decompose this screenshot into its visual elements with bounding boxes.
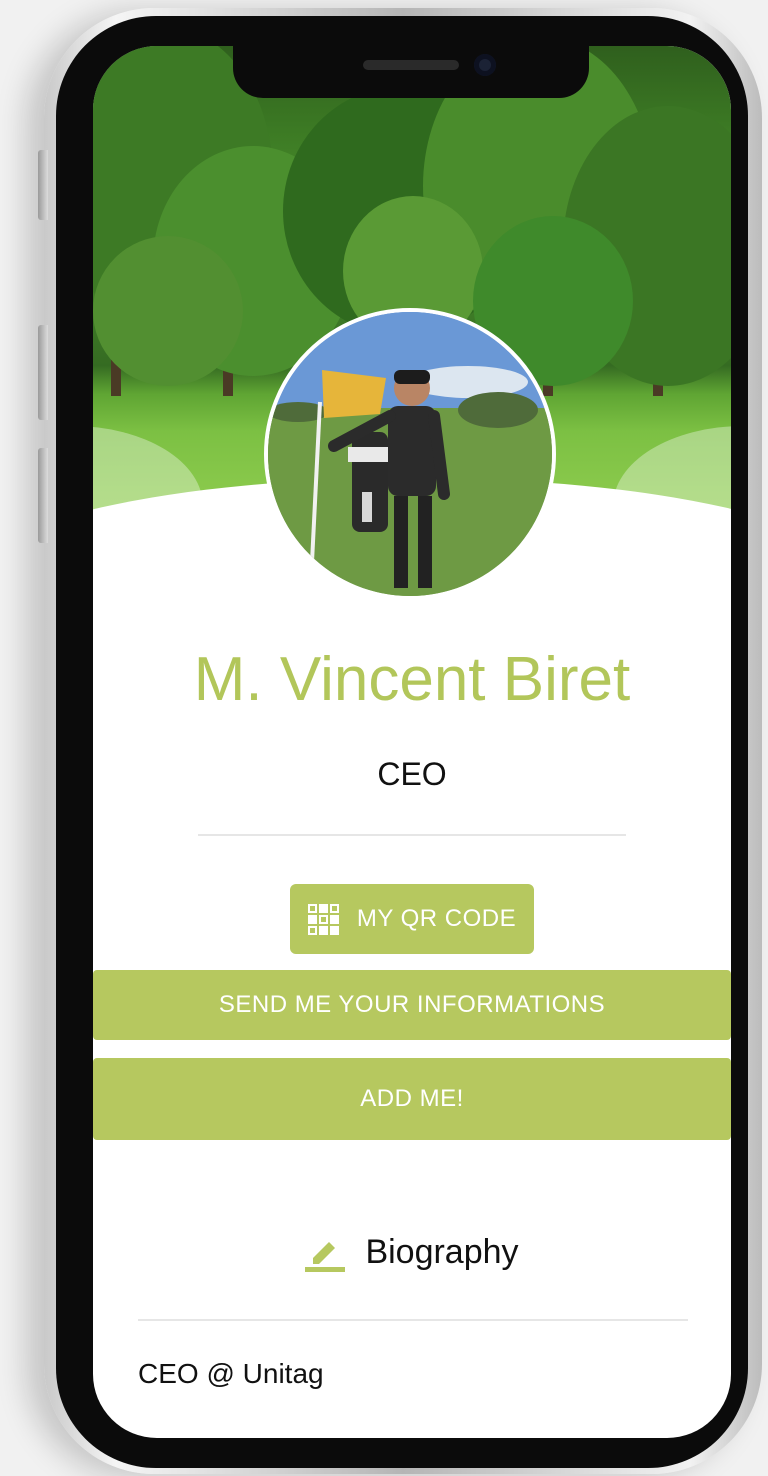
biography-heading: Biography: [365, 1232, 519, 1271]
biography-text: CEO @ Unitag: [138, 1358, 324, 1389]
divider: [198, 834, 626, 836]
profile-job-title: CEO: [377, 756, 447, 792]
volume-up-button: [38, 325, 48, 420]
add-me-button[interactable]: ADD ME!: [93, 1058, 731, 1140]
profile-name: M. Vincent Biret: [193, 645, 631, 714]
qr-button-label: MY QR CODE: [356, 905, 517, 932]
biography-header: Biography: [93, 1232, 731, 1272]
send-informations-button[interactable]: SEND ME YOUR INFORMATIONS: [93, 970, 731, 1040]
silent-switch: [38, 150, 48, 220]
volume-down-button: [38, 448, 48, 543]
phone-screen: M. Vincent Biret CEO MY QR CODE SEND ME …: [93, 46, 731, 1438]
pencil-edit-icon: [305, 1242, 346, 1272]
speaker-grille: [363, 60, 459, 70]
golfer-photo: [268, 312, 552, 596]
phone-notch: [233, 46, 589, 98]
qr-code-icon: [307, 903, 339, 935]
my-qr-code-button[interactable]: MY QR CODE: [290, 884, 534, 954]
profile-avatar: [264, 308, 556, 600]
divider: [138, 1319, 688, 1321]
front-camera: [474, 54, 496, 76]
